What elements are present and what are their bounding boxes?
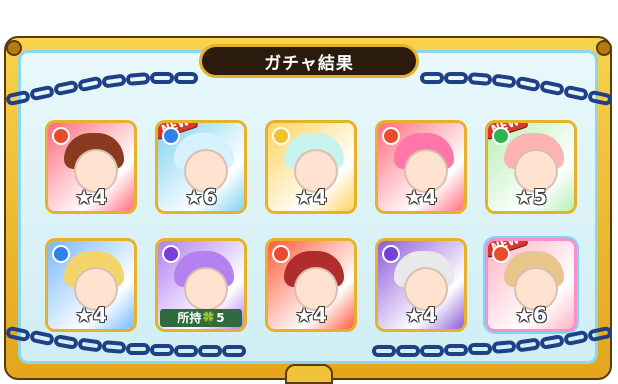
character-face (184, 267, 228, 311)
gacha-result-card-2[interactable]: NEW ★6 (155, 120, 247, 214)
fire-element-icon (272, 245, 290, 263)
fire-element-icon (382, 127, 400, 145)
gacha-result-card-1[interactable]: ★4 (45, 120, 137, 214)
rarity-stars: ★4 (295, 185, 327, 209)
rarity-stars: ★4 (295, 303, 327, 327)
gacha-result-card-9[interactable]: ★4 (375, 238, 467, 332)
frame-corner-bolt (6, 40, 22, 56)
fire-element-icon (492, 245, 510, 263)
gacha-result-card-6[interactable]: ★4 (45, 238, 137, 332)
rarity-stars: ★5 (515, 185, 547, 209)
rarity-stars: ★6 (515, 303, 547, 327)
rarity-stars: ★4 (405, 303, 437, 327)
owned-count-badge: 所持🍀5 (160, 309, 242, 327)
rarity-stars: ★4 (405, 185, 437, 209)
dark-element-icon (382, 245, 400, 263)
gacha-result-card-8[interactable]: ★4 (265, 238, 357, 332)
fire-element-icon (52, 127, 70, 145)
gacha-result-card-3[interactable]: ★4 (265, 120, 357, 214)
page-title: ガチャ結果 (264, 53, 354, 74)
gacha-result-card-10[interactable]: NEW ★6 (485, 238, 577, 332)
light-element-icon (272, 127, 290, 145)
wood-element-icon (492, 127, 510, 145)
water-element-icon (162, 127, 180, 145)
padlock-icon (285, 364, 333, 384)
rarity-stars: ★4 (75, 303, 107, 327)
gacha-result-card-7[interactable]: 所持🍀5 (155, 238, 247, 332)
dark-element-icon (162, 245, 180, 263)
title-banner: ガチャ結果 (199, 44, 419, 78)
water-element-icon (52, 245, 70, 263)
gacha-result-card-4[interactable]: ★4 (375, 120, 467, 214)
rarity-stars: ★6 (185, 185, 217, 209)
rarity-stars: ★4 (75, 185, 107, 209)
gacha-result-card-5[interactable]: NEW ★5 (485, 120, 577, 214)
frame-corner-bolt (596, 40, 612, 56)
